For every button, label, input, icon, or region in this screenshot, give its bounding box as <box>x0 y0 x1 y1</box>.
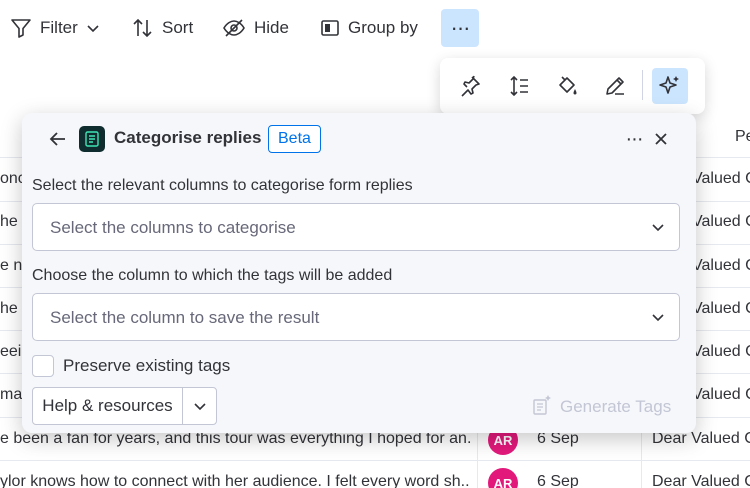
help-resources-split-button: Help & resources <box>32 387 217 425</box>
group-by-label: Group by <box>348 18 418 37</box>
chevron-down-icon <box>651 310 665 329</box>
preserve-tags-checkbox[interactable] <box>32 355 54 377</box>
paint-bucket-icon[interactable] <box>549 68 585 104</box>
columns-placeholder: Select the columns to categorise <box>50 218 296 237</box>
icon-bar-divider <box>642 70 643 100</box>
row-height-icon[interactable] <box>501 68 537 104</box>
preserve-tags-label: Preserve existing tags <box>63 356 231 375</box>
filter-label: Filter <box>40 18 78 37</box>
text-cell: Dear Valued C <box>652 473 750 488</box>
board-toolbar: Filter Sort Hide Group by ··· <box>0 0 750 56</box>
group-by-button[interactable]: Group by <box>320 10 418 46</box>
text-cell: Valued C <box>692 343 750 360</box>
eye-off-icon <box>222 17 246 39</box>
ai-sparkle-icon[interactable] <box>652 68 688 104</box>
beta-badge: Beta <box>268 125 321 153</box>
text-cell: he s <box>0 300 22 317</box>
filter-icon <box>10 17 32 39</box>
more-dots-icon: ··· <box>450 15 471 40</box>
categorise-replies-dialog: Categorise replies Beta ··· Select the r… <box>22 113 696 433</box>
pin-icon[interactable] <box>452 68 488 104</box>
generate-tags-label: Generate Tags <box>560 397 672 416</box>
text-cell: Valued C <box>692 213 750 230</box>
chevron-down-icon[interactable] <box>86 21 100 35</box>
dialog-more-glyph: ··· <box>625 128 644 150</box>
filter-button[interactable]: Filter <box>10 10 100 46</box>
more-dots-icon[interactable]: ··· <box>622 127 646 151</box>
text-cell: he v <box>0 213 22 230</box>
columns-label: Select the relevant columns to categoris… <box>32 177 413 194</box>
generate-tags-button[interactable]: Generate Tags <box>532 393 671 421</box>
sort-icon <box>132 17 154 39</box>
more-actions-button[interactable]: ··· <box>441 9 479 47</box>
text-cell: Valued C <box>692 386 750 403</box>
hide-button[interactable]: Hide <box>222 10 289 46</box>
ai-document-icon <box>532 394 552 421</box>
dialog-title: Categorise replies <box>114 128 262 147</box>
sort-button[interactable]: Sort <box>132 10 193 46</box>
categorise-app-icon <box>79 126 105 152</box>
text-cell: onc <box>0 170 22 187</box>
edit-pen-icon[interactable] <box>597 68 633 104</box>
target-column-select[interactable]: Select the column to save the result <box>32 293 680 341</box>
help-resources-button[interactable]: Help & resources <box>33 388 182 424</box>
text-cell: e no <box>0 257 22 274</box>
text-cell: maz <box>0 386 22 403</box>
back-arrow-icon[interactable] <box>46 127 70 151</box>
close-icon[interactable] <box>649 127 673 151</box>
text-cell: Valued C <box>692 257 750 274</box>
sort-label: Sort <box>162 18 194 37</box>
chevron-down-icon <box>651 220 665 239</box>
text-cell: ylor knows how to connect with her audie… <box>0 473 470 488</box>
target-column-label: Choose the column to which the tags will… <box>32 267 393 284</box>
hide-label: Hide <box>254 18 289 37</box>
columns-select[interactable]: Select the columns to categorise <box>32 203 680 251</box>
group-by-icon <box>320 18 340 38</box>
text-cell: Valued C <box>692 300 750 317</box>
target-column-placeholder: Select the column to save the result <box>50 308 320 327</box>
date-cell: 6 Sep <box>537 473 579 488</box>
text-cell: Valued C <box>692 170 750 187</box>
text-cell: eein <box>0 343 22 360</box>
column-header-people[interactable]: Pe <box>735 128 750 146</box>
chevron-down-icon[interactable] <box>183 388 217 424</box>
